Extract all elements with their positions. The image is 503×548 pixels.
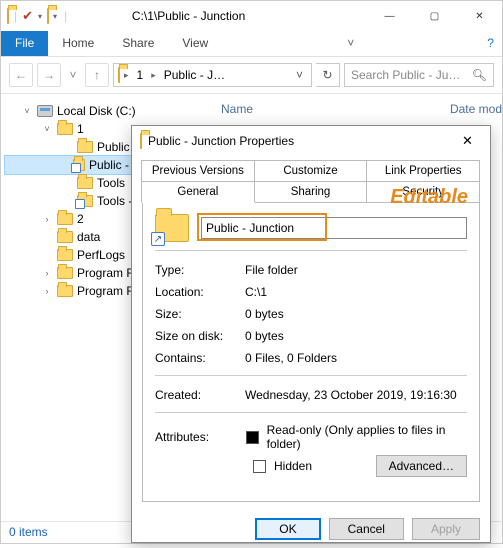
- dialog-title: Public - Junction Properties: [142, 134, 294, 148]
- tab-previous-versions[interactable]: Previous Versions: [141, 160, 255, 181]
- folder-icon: [47, 9, 49, 23]
- folder-icon: [77, 141, 93, 153]
- expand-icon[interactable]: ›: [41, 286, 53, 296]
- forward-button[interactable]: →: [37, 63, 61, 87]
- value-size: 0 bytes: [245, 307, 467, 321]
- folder-icon: [57, 231, 73, 243]
- minimize-button[interactable]: —: [367, 1, 412, 31]
- qat-dropdown-icon[interactable]: ▾: [51, 12, 59, 21]
- ribbon: File Home Share View ˅ ?: [1, 31, 502, 57]
- window-title: C:\1\Public - Junction: [70, 9, 367, 23]
- folder-shortcut-icon: ↗: [155, 214, 189, 242]
- qat-divider: |: [61, 9, 70, 23]
- address-dropdown-icon[interactable]: ˅: [292, 68, 307, 82]
- label-contains: Contains:: [155, 351, 245, 365]
- tab-general[interactable]: General: [141, 181, 255, 203]
- tab-share[interactable]: Share: [108, 31, 168, 56]
- value-size-on-disk: 0 bytes: [245, 329, 467, 343]
- expand-icon[interactable]: ›: [41, 214, 53, 224]
- value-location: C:\1: [245, 285, 467, 299]
- properties-dialog: Public - Junction Properties ✕ Previous …: [131, 125, 491, 543]
- tab-file[interactable]: File: [1, 31, 48, 56]
- close-button[interactable]: ✕: [457, 1, 502, 31]
- qat-dropdown-icon[interactable]: ▾: [35, 12, 45, 21]
- tree-label: 2: [77, 212, 84, 226]
- tree-root[interactable]: ˅ Local Disk (C:): [5, 102, 177, 120]
- breadcrumb-seg[interactable]: Public - J…: [160, 68, 229, 82]
- folder-icon: [57, 213, 73, 225]
- label-size-on-disk: Size on disk:: [155, 329, 245, 343]
- value-contains: 0 Files, 0 Folders: [245, 351, 467, 365]
- tab-sharing[interactable]: Sharing: [254, 181, 368, 203]
- folder-icon: [118, 68, 120, 82]
- recent-dropdown[interactable]: ˅: [65, 63, 81, 87]
- tab-view[interactable]: View: [168, 31, 222, 56]
- checkmark-icon[interactable]: ✔: [22, 8, 33, 24]
- name-field[interactable]: [201, 217, 467, 239]
- folder-icon: [140, 134, 142, 148]
- tree-label: 1: [77, 122, 84, 136]
- chevron-right-icon[interactable]: ▸: [122, 70, 131, 81]
- breadcrumb-seg[interactable]: 1: [133, 68, 148, 82]
- checkbox-readonly[interactable]: ■: [246, 431, 258, 444]
- folder-icon: [77, 177, 93, 189]
- label-size: Size:: [155, 307, 245, 321]
- breadcrumb[interactable]: ▸ 1 ▸ Public - J… ˅: [113, 63, 312, 87]
- ok-button[interactable]: OK: [255, 518, 320, 540]
- titlebar: | ✔ ▾ ▾ | C:\1\Public - Junction — ▢ ✕: [1, 1, 502, 31]
- maximize-button[interactable]: ▢: [412, 1, 457, 31]
- help-icon[interactable]: ?: [479, 31, 502, 56]
- value-type: File folder: [245, 263, 467, 277]
- dialog-close-button[interactable]: ✕: [445, 133, 490, 149]
- search-input[interactable]: Search Public - Ju… 🔍︎: [344, 63, 494, 87]
- label-location: Location:: [155, 285, 245, 299]
- label-attributes: Attributes:: [155, 430, 238, 444]
- address-bar-row: ← → ˅ ↑ ▸ 1 ▸ Public - J… ˅ ↻ Search Pub…: [1, 57, 502, 94]
- folder-icon: [57, 123, 73, 135]
- folder-icon: [57, 249, 73, 261]
- folder-icon: [57, 285, 73, 297]
- cancel-button[interactable]: Cancel: [329, 518, 404, 540]
- folder-icon: [7, 9, 9, 23]
- back-button[interactable]: ←: [9, 63, 33, 87]
- tab-customize[interactable]: Customize: [254, 160, 368, 181]
- column-date[interactable]: Date mod: [450, 102, 502, 116]
- collapse-icon[interactable]: ˅: [41, 124, 53, 134]
- apply-button[interactable]: Apply: [412, 518, 480, 540]
- folder-shortcut-icon: [77, 195, 93, 207]
- label-hidden: Hidden: [274, 459, 312, 473]
- tab-home[interactable]: Home: [48, 31, 108, 56]
- annotation-label: Editable: [390, 186, 468, 209]
- advanced-button[interactable]: Advanced…: [376, 455, 467, 477]
- disk-icon: [37, 105, 53, 117]
- tab-panel-general: ↗ Editable Type:File folder Location:C:\…: [142, 202, 480, 502]
- search-icon: 🔍︎: [472, 68, 487, 82]
- qat-divider: |: [11, 9, 20, 23]
- label-readonly: Read-only (Only applies to files in fold…: [267, 423, 467, 451]
- refresh-button[interactable]: ↻: [316, 63, 340, 87]
- search-placeholder: Search Public - Ju…: [351, 68, 460, 82]
- ribbon-expand-icon[interactable]: ˅: [339, 31, 362, 56]
- chevron-right-icon[interactable]: ▸: [149, 70, 158, 81]
- up-button[interactable]: ↑: [85, 63, 109, 87]
- collapse-icon[interactable]: ˅: [21, 106, 33, 116]
- tree-label: Local Disk (C:): [57, 104, 136, 118]
- column-name[interactable]: Name: [221, 102, 253, 116]
- tree-label: data: [77, 230, 100, 244]
- tree-label: Public: [97, 140, 130, 154]
- label-created: Created:: [155, 388, 245, 402]
- expand-icon[interactable]: ›: [41, 268, 53, 278]
- value-created: Wednesday, 23 October 2019, 19:16:30: [245, 388, 467, 402]
- label-type: Type:: [155, 263, 245, 277]
- folder-icon: [57, 267, 73, 279]
- tree-label: PerfLogs: [77, 248, 125, 262]
- tab-link-properties[interactable]: Link Properties: [366, 160, 480, 181]
- tree-label: Tools: [97, 176, 125, 190]
- folder-shortcut-icon: [73, 159, 85, 171]
- checkbox-hidden[interactable]: [253, 460, 266, 473]
